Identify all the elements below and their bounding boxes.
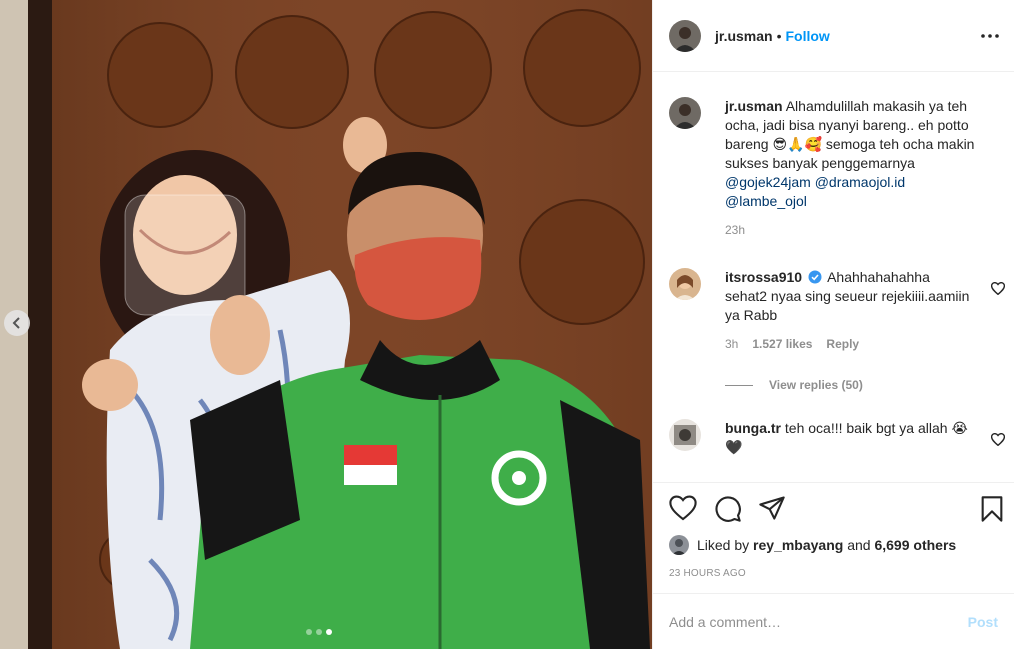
- add-comment-bar: Post: [653, 593, 1014, 649]
- action-bar: [653, 482, 1014, 532]
- caption-time[interactable]: 23h: [725, 223, 745, 237]
- likes-conj: and: [847, 537, 871, 553]
- caption-mention-gojek[interactable]: @gojek24jam: [725, 174, 811, 190]
- comment-like-heart-icon[interactable]: [991, 282, 1005, 295]
- caption-body: jr.usman Alhamdulillah makasih ya teh oc…: [725, 97, 975, 211]
- author-username[interactable]: jr.usman: [715, 28, 773, 44]
- caption-username[interactable]: jr.usman: [725, 98, 783, 114]
- separator: •: [776, 27, 782, 44]
- carousel-dot-active[interactable]: [326, 629, 332, 635]
- comment-body: bunga.tr teh oca!!! baik bgt ya allah 😭🖤: [725, 419, 975, 457]
- caption-mention-dramaojol[interactable]: @dramaojol.id: [815, 174, 905, 190]
- verified-icon: [808, 270, 822, 284]
- reply-button[interactable]: Reply: [826, 337, 859, 351]
- post-side-panel: jr.usman • Follow jr.usman Alhamdulillah…: [652, 0, 1014, 649]
- post-header: jr.usman • Follow: [653, 0, 1014, 72]
- liker-username[interactable]: rey_mbayang: [753, 537, 843, 553]
- add-comment-input[interactable]: [669, 613, 968, 630]
- comment-time[interactable]: 3h: [725, 337, 738, 351]
- likes-prefix: Liked by: [697, 537, 750, 553]
- save-icon[interactable]: [979, 495, 1005, 523]
- post-comment-button[interactable]: Post: [968, 614, 998, 630]
- post-timestamp[interactable]: 23 HOURS AGO: [669, 568, 746, 579]
- caption-meta: 23h: [725, 223, 999, 237]
- comment-username[interactable]: bunga.tr: [725, 420, 781, 436]
- comment-body: itsrossa910 Ahahhahahahha sehat2 nyaa si…: [725, 268, 975, 325]
- comments-list[interactable]: jr.usman Alhamdulillah makasih ya teh oc…: [653, 73, 1014, 481]
- comment-icon[interactable]: [714, 495, 742, 523]
- photo-illustration: [0, 0, 652, 649]
- comment-avatar[interactable]: [669, 419, 701, 451]
- caption-avatar[interactable]: [669, 97, 701, 129]
- comment-avatar[interactable]: [669, 268, 701, 300]
- view-replies-label: View replies (50): [769, 378, 863, 392]
- view-replies-button[interactable]: View replies (50): [725, 378, 863, 392]
- caption-mention-lambeojol[interactable]: @lambe_ojol: [725, 193, 807, 209]
- liker-avatar[interactable]: [669, 535, 689, 555]
- carousel-dots: [306, 629, 332, 635]
- post-photo[interactable]: [0, 0, 652, 649]
- comment-item: bunga.tr teh oca!!! baik bgt ya allah 😭🖤: [669, 419, 1005, 457]
- heart-icon[interactable]: [669, 495, 697, 521]
- carousel-dot[interactable]: [306, 629, 312, 635]
- more-options-icon: [981, 34, 999, 38]
- more-options-button[interactable]: [978, 24, 1002, 48]
- share-icon[interactable]: [758, 495, 786, 521]
- comment-item: itsrossa910 Ahahhahahahha sehat2 nyaa si…: [669, 268, 1005, 351]
- carousel-dot[interactable]: [316, 629, 322, 635]
- comment-like-heart-icon[interactable]: [991, 433, 1005, 446]
- caption: jr.usman Alhamdulillah makasih ya teh oc…: [669, 97, 999, 237]
- likes-summary: Liked by rey_mbayang and 6,699 others: [669, 535, 956, 555]
- chevron-left-icon: [12, 317, 20, 329]
- comment-likes[interactable]: 1.527 likes: [752, 337, 812, 351]
- likes-others[interactable]: 6,699 others: [874, 537, 956, 553]
- carousel-prev-button[interactable]: [4, 310, 30, 336]
- comment-meta: 3h 1.527 likes Reply: [725, 337, 999, 351]
- comment-username[interactable]: itsrossa910: [725, 269, 802, 285]
- author-avatar[interactable]: [669, 19, 701, 52]
- follow-button[interactable]: Follow: [786, 28, 830, 44]
- view-replies-line: [725, 384, 753, 386]
